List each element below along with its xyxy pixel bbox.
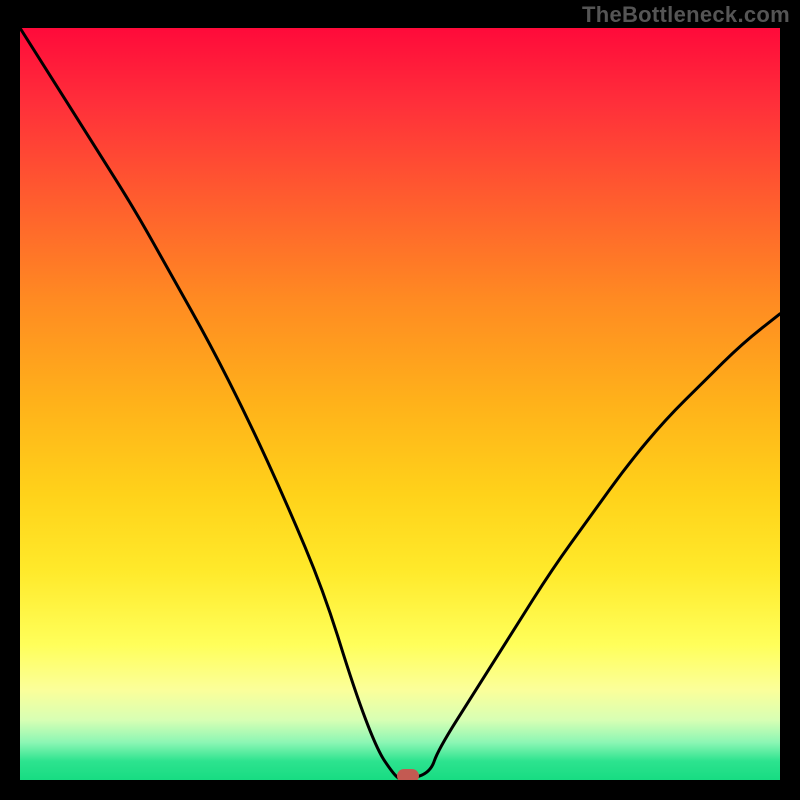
attribution-text: TheBottleneck.com — [582, 2, 790, 28]
curve-path — [20, 28, 780, 780]
chart-frame: TheBottleneck.com — [0, 0, 800, 800]
plot-area — [20, 28, 780, 780]
optimal-point-marker — [397, 769, 419, 780]
bottleneck-curve — [20, 28, 780, 780]
